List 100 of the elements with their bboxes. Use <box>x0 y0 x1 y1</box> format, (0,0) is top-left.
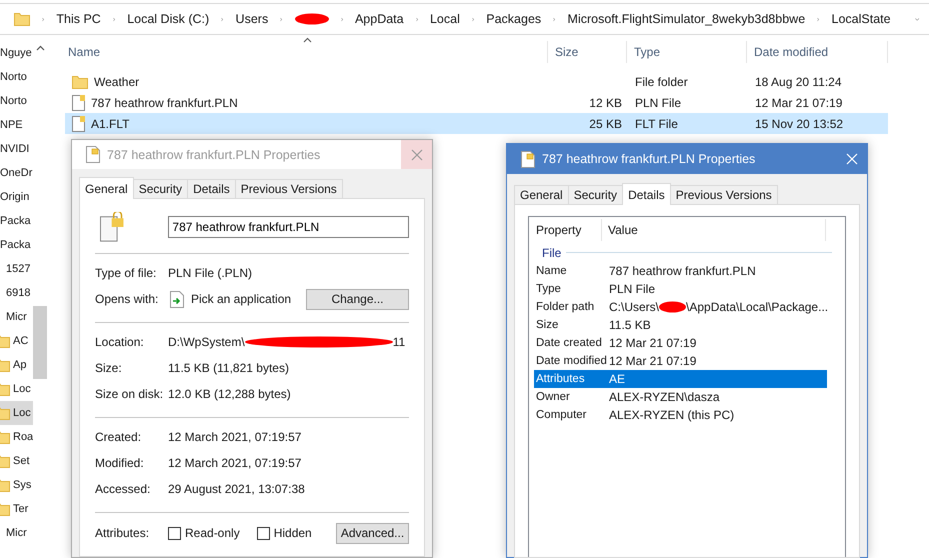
close-icon[interactable] <box>410 148 422 160</box>
nav-item[interactable]: Micr <box>0 305 33 329</box>
property-name: Owner <box>536 391 571 403</box>
file-date: 15 Nov 20 13:52 <box>755 116 844 130</box>
property-name: Date created <box>536 337 603 349</box>
nav-item[interactable]: 6918 <box>0 281 33 305</box>
folder-icon <box>72 74 88 88</box>
window-title: 787 heathrow frankfurt.PLN Properties <box>542 152 756 166</box>
nav-item[interactable]: NPE <box>0 113 33 137</box>
property-value: 11.5 KB (11,821 bytes) <box>168 361 289 375</box>
column-header[interactable]: Property <box>534 219 602 241</box>
nav-item[interactable]: Norto <box>0 65 33 89</box>
scrollbar-thumb[interactable] <box>33 306 47 379</box>
property-value: 12.0 KB (12,288 bytes) <box>168 387 291 401</box>
tab[interactable]: Security <box>568 185 624 204</box>
property-row[interactable]: Owner ALEX-RYZEN\dasza <box>534 388 827 406</box>
nav-item[interactable]: Roa <box>0 425 33 449</box>
property-row[interactable]: Computer ALEX-RYZEN (this PC) <box>534 406 827 424</box>
column-header[interactable]: Date modified <box>747 41 888 63</box>
file-date: 12 Mar 21 07:19 <box>755 96 842 110</box>
property-row[interactable]: Date modified 12 Mar 21 07:19 <box>534 352 827 370</box>
property-label: Modified: <box>95 456 145 470</box>
nav-item[interactable]: Packa <box>0 233 33 257</box>
property-value: 12 March 2021, 07:19:57 <box>168 430 302 444</box>
property-name: Computer <box>536 409 588 421</box>
nav-item[interactable]: Micr <box>0 521 33 545</box>
property-row[interactable]: Name 787 heathrow frankfurt.PLN <box>534 262 827 280</box>
file-icon <box>72 116 85 132</box>
nav-item[interactable]: 1527 <box>0 257 33 281</box>
breadcrumb[interactable]: AppData <box>354 12 404 26</box>
property-label: Type of file: <box>95 266 158 280</box>
nav-item[interactable]: Loc <box>0 401 33 425</box>
app-arrow-icon <box>170 290 184 308</box>
property-value: 787 heathrow frankfurt.PLN <box>609 264 756 278</box>
property-row[interactable]: Type PLN File <box>534 280 827 298</box>
file-name: Weather <box>94 74 140 88</box>
nav-item[interactable]: Norto <box>0 89 33 113</box>
tab[interactable]: Previous Versions <box>670 185 778 204</box>
nav-item[interactable]: Set <box>0 449 33 473</box>
file-name: A1.FLT <box>91 116 130 130</box>
address-bar[interactable]: This PC Local Disk (C:) Users AppData Local Packages Microsoft.FlightSimulator_8wekyb3d8bbwe LocalState <box>0 3 929 35</box>
window-title: 787 heathrow frankfurt.PLN Properties <box>107 148 322 162</box>
group-header: File <box>542 246 562 260</box>
property-name: Type <box>536 283 562 295</box>
property-label: Accessed: <box>95 482 152 496</box>
column-header[interactable]: Type <box>627 41 747 63</box>
property-value: 12 Mar 21 07:19 <box>609 354 696 368</box>
property-row[interactable]: Folder path C:\Users\ \AppData\Local\Package... <box>534 298 827 316</box>
breadcrumb[interactable]: Users <box>236 12 268 26</box>
application-name: Pick an application <box>191 292 292 306</box>
tab[interactable]: General <box>514 185 569 204</box>
property-value: 12 March 2021, 07:19:57 <box>168 456 302 470</box>
document-lock-icon <box>86 146 100 163</box>
file-date: 18 Aug 20 11:24 <box>755 74 842 88</box>
tab[interactable]: Details <box>622 183 671 205</box>
breadcrumb[interactable]: Local <box>430 12 460 26</box>
nav-item[interactable]: NVIDI <box>0 137 33 161</box>
property-row[interactable]: Size 11.5 KB <box>534 316 827 334</box>
location-value-start: D:\WpSystem\ <box>168 335 245 349</box>
path-value-end: \AppData\Local\Package... <box>686 300 828 314</box>
nav-item[interactable]: Sys <box>0 473 33 497</box>
property-label: Created: <box>95 430 142 444</box>
column-header[interactable]: Name <box>65 41 548 63</box>
breadcrumb[interactable]: LocalState <box>832 12 891 26</box>
property-label: Opens with: <box>95 292 160 306</box>
property-label: Size on disk: <box>95 387 164 401</box>
column-header[interactable]: Value <box>602 219 826 241</box>
property-row[interactable]: Attributes AE <box>534 370 827 388</box>
locked-file-icon <box>100 212 126 242</box>
nav-item[interactable]: AC <box>0 329 33 353</box>
file-row[interactable]: A1.FLT 25 KB FLT File 15 Nov 20 13:52 <box>65 113 888 134</box>
property-value: AE <box>609 372 626 386</box>
property-name: Date modified <box>536 355 608 367</box>
nav-item[interactable]: Loc <box>0 377 33 401</box>
nav-item[interactable]: Ter <box>0 497 33 521</box>
redaction-mark <box>659 301 686 313</box>
scroll-up-icon[interactable] <box>36 45 44 51</box>
nav-item[interactable]: Ap <box>0 353 33 377</box>
file-row[interactable]: Weather File folder 18 Aug 20 11:24 <box>65 71 888 92</box>
property-label: Location: <box>95 335 145 349</box>
breadcrumb[interactable]: Packages <box>486 12 542 26</box>
file-type: File folder <box>635 74 688 88</box>
breadcrumb[interactable]: This PC <box>56 12 101 26</box>
document-lock-icon <box>521 150 535 168</box>
nav-item[interactable]: Nguye <box>0 41 33 65</box>
property-name: Attributes <box>536 373 586 385</box>
column-header[interactable]: Size <box>548 41 627 63</box>
breadcrumb[interactable]: Local Disk (C:) <box>127 12 210 26</box>
property-value: ALEX-RYZEN (this PC) <box>609 408 734 422</box>
property-value: 12 Mar 21 07:19 <box>609 336 696 350</box>
property-name: Size <box>536 319 560 331</box>
nav-item[interactable]: Origin <box>0 185 33 209</box>
property-name: Name <box>536 265 568 277</box>
nav-item[interactable]: OneDr <box>0 161 33 185</box>
property-row[interactable]: Date created 12 Mar 21 07:19 <box>534 334 827 352</box>
file-row[interactable]: 787 heathrow frankfurt.PLN 12 KB PLN File 12 Mar 21 07:19 <box>65 92 888 113</box>
nav-item[interactable]: Packa <box>0 209 33 233</box>
dropdown-chevron-icon[interactable] <box>914 16 919 22</box>
breadcrumb[interactable]: Microsoft.FlightSimulator_8wekyb3d8bbwe <box>568 12 806 26</box>
path-value-start: C:\Users\ <box>609 300 660 314</box>
